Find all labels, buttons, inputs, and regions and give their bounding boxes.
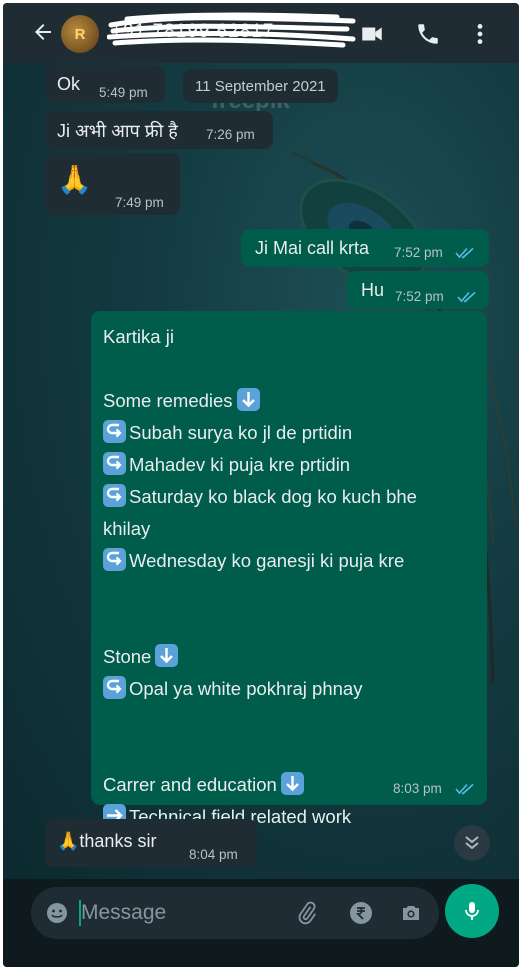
read-ticks-icon bbox=[455, 247, 474, 259]
message-outgoing[interactable]: Ji Mai call krta 7:52 pm bbox=[241, 229, 489, 267]
message-line-text: Mahadev ki puja kre prtidin bbox=[129, 454, 351, 475]
message-text: Ji अभी आप फ्री है bbox=[57, 121, 178, 141]
message-incoming[interactable]: 🙏thanks sir 8:04 pm bbox=[45, 819, 257, 867]
chat-header: R +91 78199 62817 bbox=[3, 3, 519, 63]
down-arrow-emoji bbox=[280, 772, 304, 795]
video-call-icon[interactable] bbox=[359, 21, 385, 47]
message-line bbox=[103, 609, 475, 641]
message-line-text: Some remedies bbox=[103, 390, 233, 411]
message-time: 7:49 pm bbox=[115, 195, 164, 210]
message-time: 7:26 pm bbox=[206, 127, 255, 142]
message-line-text: Opal ya white pokhraj phnay bbox=[129, 678, 363, 699]
message-line: Wednesday ko ganesji ki puja kre bbox=[103, 545, 475, 577]
message-line bbox=[103, 353, 475, 385]
read-ticks-icon bbox=[457, 291, 476, 303]
attach-icon[interactable] bbox=[295, 901, 319, 925]
double-chevron-down-icon bbox=[465, 836, 479, 850]
message-time: 8:03 pm bbox=[393, 781, 442, 796]
down-arrow-emoji bbox=[236, 388, 260, 411]
emoji-icon[interactable] bbox=[45, 901, 69, 925]
message-line: Opal ya white pokhraj phnay bbox=[103, 673, 475, 705]
read-ticks-icon bbox=[455, 783, 474, 795]
return-arrow-emoji bbox=[103, 484, 126, 507]
message-line-text: Carrer and education bbox=[103, 774, 277, 795]
rupee-payment-icon[interactable] bbox=[349, 901, 373, 925]
return-arrow-emoji bbox=[103, 420, 126, 443]
message-emoji: 🙏 bbox=[57, 164, 92, 195]
message-outgoing-long[interactable]: Kartika ji Some remedies Subah surya ko jl… bbox=[91, 311, 487, 827]
voice-call-icon[interactable] bbox=[415, 21, 441, 47]
return-arrow-emoji bbox=[103, 452, 126, 475]
return-arrow-emoji bbox=[103, 548, 126, 571]
message-incoming[interactable]: 🙏 7:49 pm bbox=[45, 153, 180, 215]
message-line: Mahadev ki puja kre prtidin bbox=[103, 449, 475, 481]
chat-area[interactable]: freepik 11 September 2021 Ok 5:49 pm Ji … bbox=[3, 63, 519, 879]
message-body: Kartika ji Some remedies Subah surya ko jl… bbox=[103, 321, 475, 833]
message-outgoing[interactable]: Hu 7:52 pm bbox=[347, 271, 489, 309]
message-line bbox=[103, 737, 475, 769]
back-arrow-icon[interactable] bbox=[31, 19, 55, 45]
message-line: Stone bbox=[103, 641, 475, 673]
message-time: 7:52 pm bbox=[394, 245, 443, 260]
message-line-text: Wednesday ko ganesji ki puja kre bbox=[129, 550, 405, 571]
message-line-text: Kartika ji bbox=[103, 326, 174, 347]
message-line-text: Stone bbox=[103, 646, 152, 667]
message-incoming[interactable]: Ji अभी आप फ्री है 7:26 pm bbox=[45, 111, 273, 149]
message-input-bar: Message bbox=[3, 879, 519, 967]
voice-message-button[interactable] bbox=[445, 884, 499, 938]
date-separator: 11 September 2021 bbox=[183, 69, 338, 103]
message-line-text: khilay bbox=[103, 518, 151, 539]
message-placeholder: Message bbox=[81, 901, 167, 924]
camera-icon[interactable] bbox=[399, 901, 423, 925]
message-text: Ji Mai call krta bbox=[255, 238, 370, 258]
message-time: 8:04 pm bbox=[189, 847, 238, 862]
message-line: khilay bbox=[103, 513, 475, 545]
avatar-initials: R bbox=[74, 25, 86, 43]
message-line: Subah surya ko jl de prtidin bbox=[103, 417, 475, 449]
message-line bbox=[103, 577, 475, 609]
message-input[interactable]: Message bbox=[31, 887, 439, 939]
whatsapp-chat-screen: R +91 78199 62817 freepik 11 September 2… bbox=[3, 3, 519, 967]
mic-icon bbox=[465, 902, 479, 920]
message-line: Some remedies bbox=[103, 385, 475, 417]
redaction-scribble bbox=[107, 12, 356, 48]
down-arrow-emoji bbox=[155, 644, 179, 667]
message-line bbox=[103, 705, 475, 737]
message-text: Hu bbox=[361, 280, 385, 300]
scroll-to-bottom-button[interactable] bbox=[454, 825, 490, 861]
avatar[interactable]: R bbox=[61, 15, 99, 53]
message-line-text: Saturday ko black dog ko kuch bhe bbox=[129, 486, 417, 507]
return-arrow-emoji bbox=[103, 676, 126, 699]
message-incoming[interactable]: Ok 5:49 pm bbox=[45, 65, 165, 103]
message-time: 5:49 pm bbox=[99, 85, 148, 100]
message-text: 🙏thanks sir bbox=[57, 831, 157, 851]
message-text: Ok bbox=[57, 74, 81, 94]
message-line: Kartika ji bbox=[103, 321, 475, 353]
more-options-icon[interactable] bbox=[467, 21, 493, 47]
message-line-text: Subah surya ko jl de prtidin bbox=[129, 422, 353, 443]
message-line: Saturday ko black dog ko kuch bhe bbox=[103, 481, 475, 513]
message-time: 7:52 pm bbox=[395, 289, 444, 304]
